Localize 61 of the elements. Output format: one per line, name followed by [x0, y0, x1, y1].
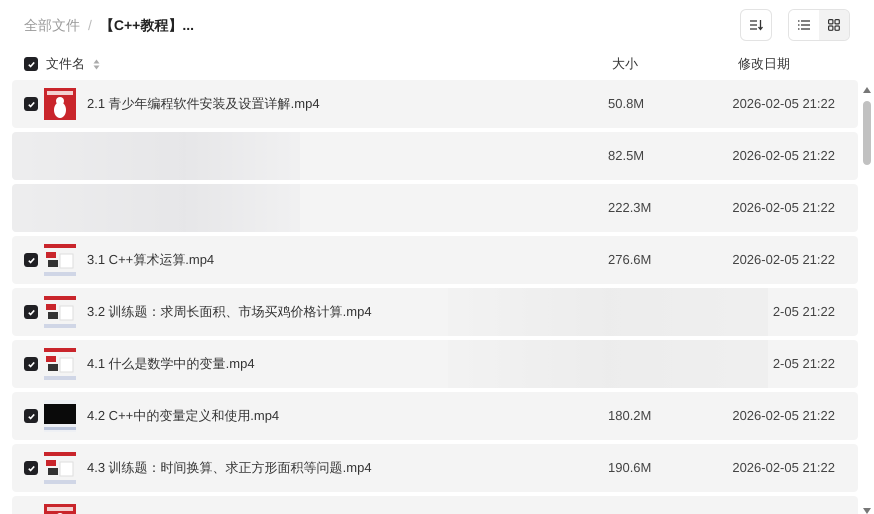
breadcrumb-item: 【C++教程】... — [100, 16, 194, 34]
modified-date: 2-05 21:22 — [772, 304, 835, 320]
checkbox[interactable] — [24, 97, 38, 111]
scroll-down-arrow-icon[interactable] — [863, 508, 871, 514]
checkbox[interactable] — [24, 357, 38, 371]
file-size: 276.6M — [608, 252, 652, 268]
checkbox[interactable] — [24, 305, 38, 319]
file-size: 222.3M — [608, 200, 652, 216]
column-header: 修改日期 — [738, 55, 790, 74]
modified-date: 2-05 21:22 — [772, 356, 835, 372]
file-row[interactable]: 4.3 训练题：时间换算、求正方形面积等问题.mp4 190.6M 2026-02-05 21:22 — [12, 444, 858, 492]
file-row[interactable]: 82.5M 2026-02-05 21:22 — [12, 132, 858, 180]
checkbox[interactable] — [24, 409, 38, 423]
sort-icon — [749, 19, 763, 31]
column-header: 大小 — [612, 55, 639, 74]
file-row[interactable]: 3.2 训练题：求周长面积、市场买鸡价格计算.mp4 2-05 21:22 — [12, 288, 858, 336]
checkbox[interactable] — [24, 57, 38, 71]
file-size: 82.5M — [608, 148, 644, 164]
video-thumbnail — [44, 88, 76, 120]
column-header[interactable]: 文件名 — [46, 54, 85, 74]
file-size: 180.2M — [608, 408, 652, 424]
modified-date: 2026-02-05 21:22 — [732, 252, 835, 268]
check-icon — [26, 60, 36, 68]
modified-date: 2026-02-05 21:22 — [732, 148, 835, 164]
sort-button[interactable] — [740, 9, 772, 41]
scrollbar-thumb[interactable] — [863, 101, 871, 165]
checkbox[interactable] — [24, 253, 38, 267]
grid-icon — [828, 19, 840, 31]
scroll-up-arrow-icon[interactable] — [863, 87, 871, 93]
checkbox[interactable] — [24, 461, 38, 475]
video-thumbnail — [44, 296, 76, 328]
file-row[interactable]: 4.2 C++中的变量定义和使用.mp4 180.2M 2026-02-05 21:22 — [12, 392, 858, 440]
file-row[interactable]: 2.1 青少年编程软件安装及设置详解.mp4 50.8M 2026-02-05 21:22 — [12, 80, 858, 128]
file-name[interactable]: 4.3 训练题：时间换算、求正方形面积等问题.mp4 — [87, 460, 372, 476]
file-size: 50.8M — [608, 96, 644, 112]
modified-date: 2026-02-05 21:22 — [732, 460, 835, 476]
video-thumbnail — [44, 452, 76, 484]
video-thumbnail — [44, 348, 76, 380]
check-icon — [26, 360, 36, 368]
check-icon — [26, 256, 36, 264]
video-thumbnail — [44, 400, 76, 432]
modified-date: 2026-02-05 21:22 — [732, 200, 835, 216]
file-name[interactable]: 4.1 什么是数学中的变量.mp4 — [87, 356, 255, 372]
list-icon — [798, 20, 810, 30]
check-icon — [26, 464, 36, 472]
file-row[interactable]: 3.1 C++算术运算.mp4 276.6M 2026-02-05 21:22 — [12, 236, 858, 284]
video-thumbnail — [44, 244, 76, 276]
check-icon — [26, 100, 36, 108]
file-name[interactable]: 2.1 青少年编程软件安装及设置详解.mp4 — [87, 96, 320, 112]
file-name[interactable]: 3.1 C++算术运算.mp4 — [87, 252, 214, 268]
grid-view-button[interactable] — [819, 10, 849, 40]
file-row[interactable]: 4.1 什么是数学中的变量.mp4 2-05 21:22 — [12, 340, 858, 388]
modified-date: 2026-02-05 21:22 — [732, 96, 835, 112]
breadcrumb-separator: / — [88, 16, 92, 34]
check-icon — [26, 308, 36, 316]
file-size: 190.6M — [608, 460, 652, 476]
check-icon — [26, 412, 36, 420]
file-name[interactable]: 3.2 训练题：求周长面积、市场买鸡价格计算.mp4 — [87, 304, 372, 320]
modified-date: 2026-02-05 21:22 — [732, 408, 835, 424]
file-name[interactable]: 4.2 C++中的变量定义和使用.mp4 — [87, 408, 280, 424]
file-row[interactable]: 222.3M 2026-02-05 21:22 — [12, 184, 858, 232]
